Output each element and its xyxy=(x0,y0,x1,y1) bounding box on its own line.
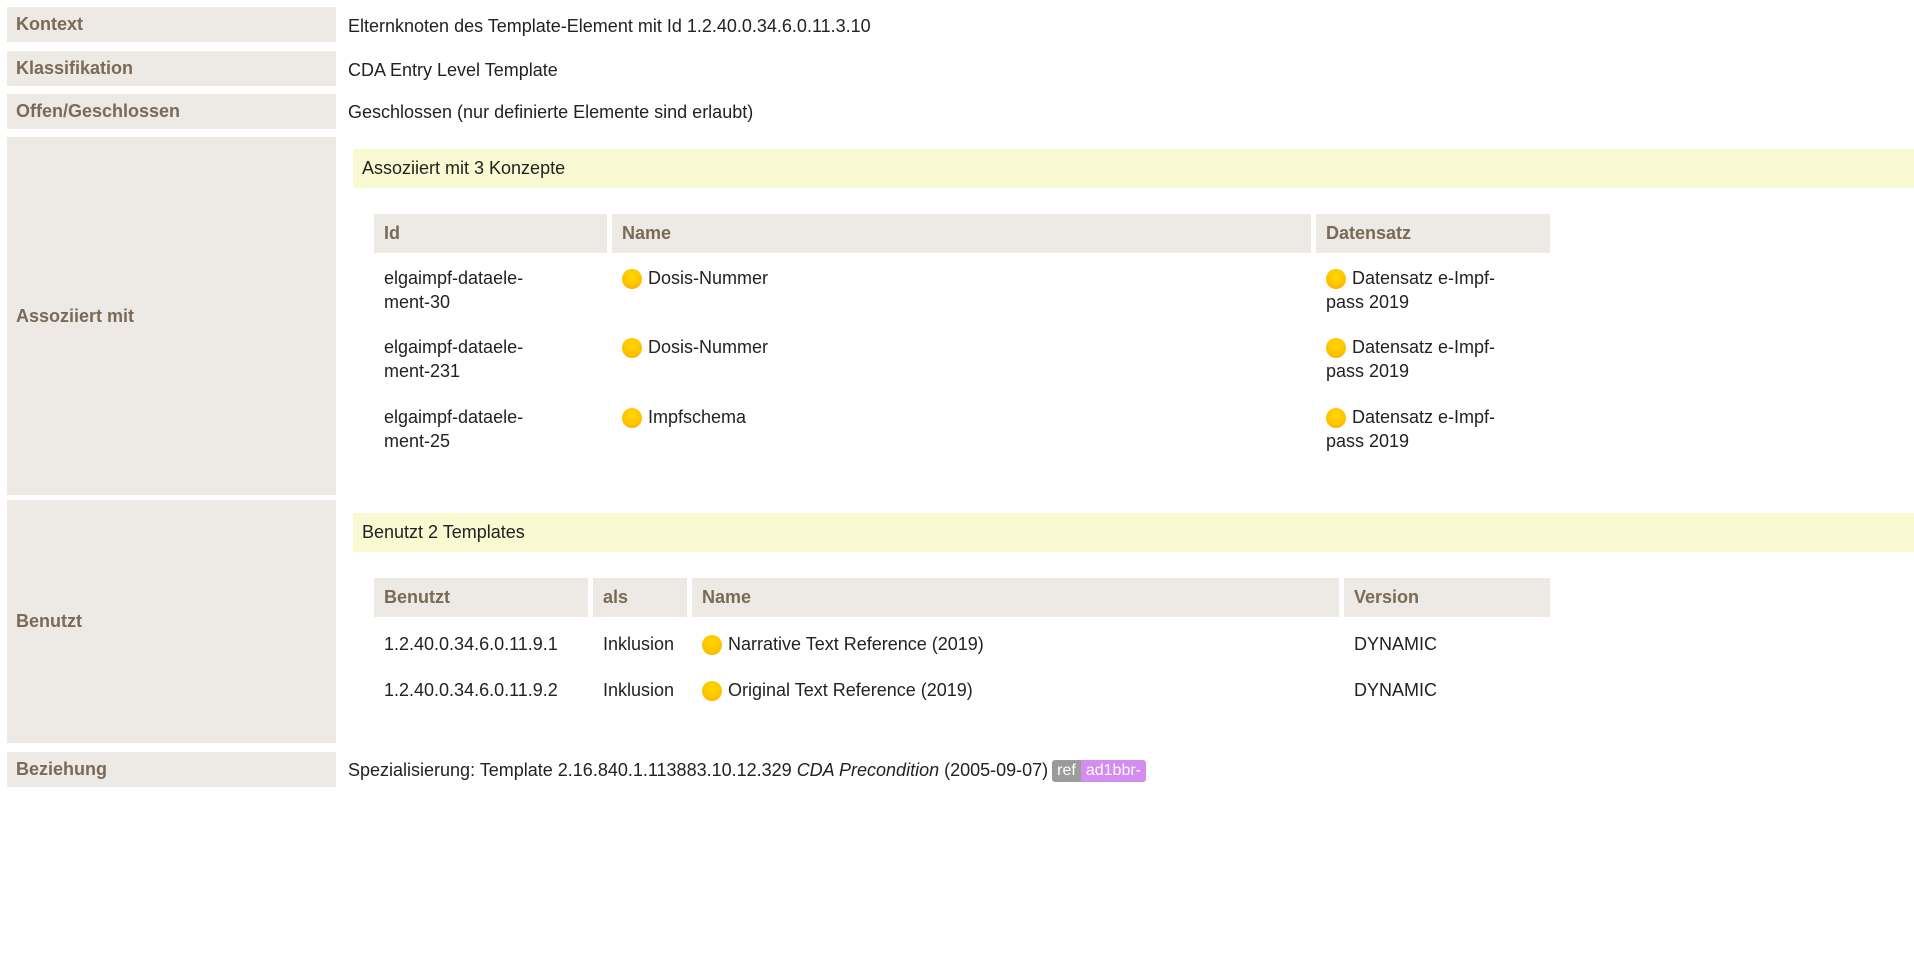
concept-name[interactable]: Dosis-Nummer xyxy=(622,335,768,359)
concept-id: elgaimpf-dataele-ment-231 xyxy=(384,335,523,383)
project-id-tag: ad1bbr- xyxy=(1080,760,1146,782)
header-id: Id xyxy=(374,214,607,253)
header-name: Name xyxy=(612,214,1311,253)
value-kontext: Elternknoten des Template-Element mit Id… xyxy=(348,16,871,36)
header-template-name: Name xyxy=(692,578,1339,617)
template-name-text[interactable]: Original Text Reference (2019) xyxy=(728,680,973,700)
label-benutzt: Benutzt xyxy=(7,500,336,743)
datensatz-line1[interactable]: Datensatz e-Impf- xyxy=(1352,268,1495,288)
concept-id-line2: ment-30 xyxy=(384,292,451,312)
header-als: als xyxy=(593,578,687,617)
ref-tag: ref xyxy=(1052,760,1081,782)
concept-id-line2: ment-25 xyxy=(384,431,451,451)
template-name[interactable]: Original Text Reference (2019) xyxy=(702,678,973,702)
header-datensatz: Datensatz xyxy=(1316,214,1550,253)
concept-datensatz[interactable]: Datensatz e-Impf-pass 2019 xyxy=(1326,405,1495,453)
concept-name-text[interactable]: Dosis-Nummer xyxy=(648,268,768,288)
concept-name[interactable]: Impfschema xyxy=(622,405,746,429)
datensatz-line1[interactable]: Datensatz e-Impf- xyxy=(1352,407,1495,427)
datensatz-line2[interactable]: pass 2019 xyxy=(1326,292,1409,312)
template-als: Inklusion xyxy=(603,680,675,700)
concept-id-line1: elgaimpf-dataele- xyxy=(384,407,524,427)
value-klassifikation: CDA Entry Level Template xyxy=(348,60,558,80)
status-dot-icon xyxy=(702,681,722,701)
concept-name-text[interactable]: Dosis-Nummer xyxy=(648,337,768,357)
status-dot-icon xyxy=(1326,338,1346,358)
datensatz-line2[interactable]: pass 2019 xyxy=(1326,361,1409,381)
status-dot-icon xyxy=(702,635,722,655)
template-name-text[interactable]: Narrative Text Reference (2019) xyxy=(728,634,984,654)
concept-id-line1: elgaimpf-dataele- xyxy=(384,268,524,288)
concept-id-line1: elgaimpf-dataele- xyxy=(384,337,524,357)
concept-datensatz[interactable]: Datensatz e-Impf-pass 2019 xyxy=(1326,335,1495,383)
template-als: Inklusion xyxy=(603,634,675,654)
status-dot-icon xyxy=(622,408,642,428)
status-dot-icon xyxy=(1326,408,1346,428)
value-beziehung: Spezialisierung: Template 2.16.840.1.113… xyxy=(348,760,1146,782)
template-version: DYNAMIC xyxy=(1354,634,1438,654)
status-dot-icon xyxy=(622,338,642,358)
concept-id-line2: ment-231 xyxy=(384,361,461,381)
label-kontext: Kontext xyxy=(7,7,336,42)
label-assoziiert-mit: Assoziiert mit xyxy=(7,137,336,495)
beziehung-prefix: Spezialisierung: Template 2.16.840.1.113… xyxy=(348,760,792,780)
header-version: Version xyxy=(1344,578,1550,617)
concept-name[interactable]: Dosis-Nummer xyxy=(622,266,768,290)
concepts-band: Assoziiert mit 3 Konzepte xyxy=(353,149,1914,188)
concept-datensatz[interactable]: Datensatz e-Impf-pass 2019 xyxy=(1326,266,1495,314)
template-id: 1.2.40.0.34.6.0.11.9.1 xyxy=(384,634,558,654)
beziehung-date: (2005‑09‑07) xyxy=(944,760,1049,780)
template-id: 1.2.40.0.34.6.0.11.9.2 xyxy=(384,680,558,700)
label-beziehung: Beziehung xyxy=(7,752,336,787)
status-dot-icon xyxy=(1326,269,1346,289)
status-dot-icon xyxy=(622,269,642,289)
label-klassifikation: Klassifikation xyxy=(7,51,336,86)
beziehung-template-name[interactable]: CDA Precondition xyxy=(797,760,939,780)
concept-id: elgaimpf-dataele-ment-30 xyxy=(384,266,523,314)
header-benutzt: Benutzt xyxy=(374,578,588,617)
template-name[interactable]: Narrative Text Reference (2019) xyxy=(702,632,984,656)
templates-band: Benutzt 2 Templates xyxy=(353,513,1914,552)
datensatz-line2[interactable]: pass 2019 xyxy=(1326,431,1409,451)
concept-id: elgaimpf-dataele-ment-25 xyxy=(384,405,523,453)
concept-name-text[interactable]: Impfschema xyxy=(648,407,746,427)
value-offen-geschlossen: Geschlossen (nur definierte Elemente sin… xyxy=(348,102,754,122)
label-offen-geschlossen: Offen/Geschlossen xyxy=(7,94,336,129)
template-version: DYNAMIC xyxy=(1354,680,1438,700)
datensatz-line1[interactable]: Datensatz e-Impf- xyxy=(1352,337,1495,357)
